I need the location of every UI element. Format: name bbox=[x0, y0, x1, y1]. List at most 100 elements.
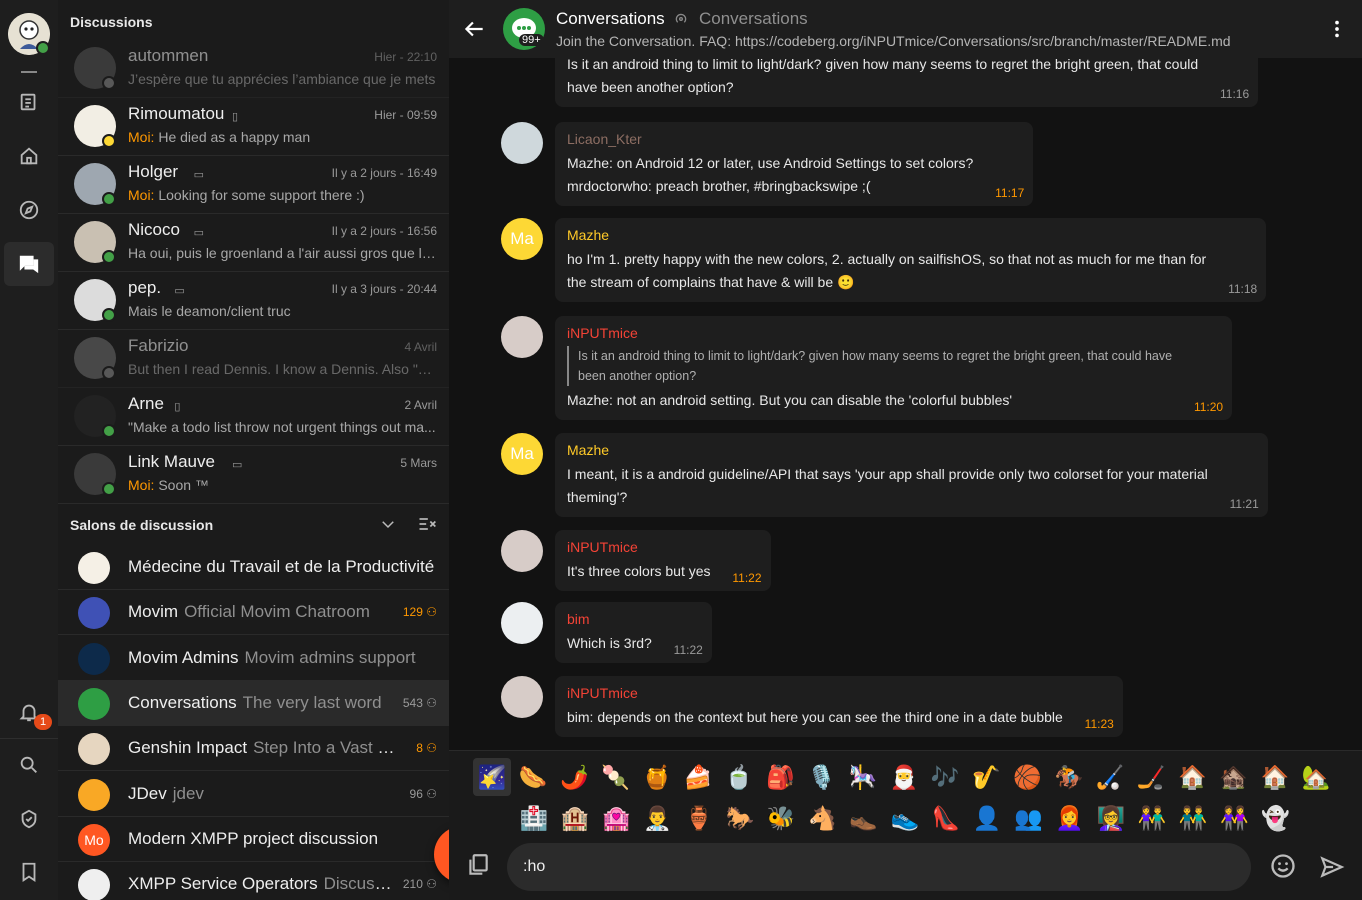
message-text: the stream of complains that have & will… bbox=[567, 274, 855, 290]
contact-timestamp: Il y a 3 jours - 20:44 bbox=[331, 282, 437, 296]
home-icon bbox=[20, 147, 38, 165]
emoji-suggestion[interactable]: 🏡 bbox=[1297, 758, 1335, 796]
contact-name: Arne bbox=[128, 394, 164, 413]
emoji-suggestion[interactable]: 🐎 bbox=[721, 799, 759, 837]
own-message-prefix: Moi: bbox=[128, 477, 155, 493]
contact-timestamp: 5 Mars bbox=[400, 456, 437, 470]
emoji-suggestion[interactable]: 👥 bbox=[1009, 799, 1047, 837]
emoji-suggestion[interactable]: 🏒 bbox=[1132, 758, 1170, 796]
message-input[interactable]: :ho bbox=[507, 843, 1251, 891]
contact-row[interactable]: Link Mauve ▭ 5 Mars Moi: Soon ™ bbox=[58, 446, 449, 504]
privacy-button[interactable] bbox=[4, 797, 54, 841]
chevron-down-icon[interactable] bbox=[379, 515, 397, 533]
room-row[interactable]: JDev jdev 96 ⚇ bbox=[58, 772, 449, 817]
search-button[interactable] bbox=[4, 743, 54, 787]
preview-text: Looking for some support there :) bbox=[158, 187, 365, 203]
message-time: 11:22 bbox=[732, 571, 762, 585]
explore-button[interactable] bbox=[4, 188, 54, 232]
preview-text: He died as a happy man bbox=[158, 129, 311, 145]
emoji-suggestion[interactable]: 👨‍⚕️ bbox=[639, 799, 677, 837]
room-avatar bbox=[78, 687, 110, 720]
emoji-suggestion[interactable]: 🏠 bbox=[1256, 758, 1294, 796]
emoji-suggestion[interactable]: 🏑 bbox=[1091, 758, 1129, 796]
emoji-suggestion[interactable]: 🎅 bbox=[885, 758, 923, 796]
contact-row[interactable]: pep. ▭ Il y a 3 jours - 20:44 Mais le deamo… bbox=[58, 272, 449, 330]
bookmarks-button[interactable] bbox=[4, 850, 54, 894]
emoji-suggestion[interactable]: 👻 bbox=[1257, 799, 1295, 837]
emoji-suggestion[interactable]: 🏥 bbox=[515, 799, 553, 837]
shield-check-icon bbox=[21, 809, 37, 829]
room-label: XMPP Service Operators Discussion bbox=[128, 874, 398, 894]
emoji-suggestion[interactable]: 🌠 bbox=[473, 758, 511, 796]
preview-text: But then I read Dennis. I know a Dennis.… bbox=[128, 361, 438, 377]
message-time: 11:16 bbox=[1219, 87, 1250, 101]
filter-clear-icon[interactable] bbox=[416, 514, 438, 534]
room-row[interactable]: Conversations The very last word 543 ⚇ bbox=[58, 680, 449, 726]
emoji-suggestion[interactable]: 🎒 bbox=[761, 758, 799, 796]
room-row[interactable]: Mo Modern XMPP project discussion bbox=[58, 817, 449, 862]
room-label: Genshin ImpactStep Into a Vast Magical W… bbox=[128, 738, 398, 758]
emoji-suggestion[interactable]: 🍰 bbox=[679, 758, 717, 796]
emoji-suggestion[interactable]: 🏚️ bbox=[1215, 758, 1253, 796]
emoji-suggestion[interactable]: 🏩 bbox=[597, 799, 635, 837]
emoji-picker-icon[interactable] bbox=[1269, 852, 1297, 880]
room-row[interactable]: Movim Official Movim Chatroom 129 ⚇ bbox=[58, 590, 449, 636]
emoji-suggestion[interactable]: 🏺 bbox=[680, 799, 718, 837]
contact-timestamp: Il y a 2 jours - 16:49 bbox=[331, 166, 437, 180]
contact-timestamp: Il y a 2 jours - 16:56 bbox=[331, 224, 437, 238]
contact-row[interactable]: Arne ▯ 2 Avril "Make a todo list throw not … bbox=[58, 388, 449, 446]
emoji-suggestion[interactable]: 👞 bbox=[845, 799, 883, 837]
room-row[interactable]: Genshin ImpactStep Into a Vast Magical W… bbox=[58, 726, 449, 772]
emoji-suggestion[interactable]: 🎶 bbox=[926, 758, 964, 796]
attach-icon[interactable] bbox=[465, 852, 491, 878]
emoji-suggestion[interactable]: 🍯 bbox=[638, 758, 676, 796]
emoji-suggestion[interactable]: 🍵 bbox=[720, 758, 758, 796]
emoji-suggestion[interactable]: 👩‍🦰 bbox=[1051, 799, 1089, 837]
emoji-suggestion[interactable]: 🏨 bbox=[556, 799, 594, 837]
send-icon[interactable] bbox=[1319, 854, 1345, 880]
emoji-suggestion[interactable]: 🏀 bbox=[1009, 758, 1047, 796]
laptop-icon: ▭ bbox=[193, 169, 204, 181]
home-button[interactable] bbox=[4, 134, 54, 178]
contact-row[interactable]: Nicoco ▭ Il y a 2 jours - 16:56 Ha oui, pui… bbox=[58, 214, 449, 272]
more-options-icon[interactable] bbox=[1326, 18, 1348, 40]
emoji-suggestion[interactable]: 🍡 bbox=[597, 758, 635, 796]
contact-row[interactable]: autommen Hier - 22:10 J’espère que tu appr… bbox=[58, 40, 449, 98]
message-time: 11:22 bbox=[673, 643, 703, 657]
app-window: 1 Discussions autommen Hier - 22:10 J’espè… bbox=[0, 0, 1362, 900]
contact-row[interactable]: Rimoumatou ▯ Hier - 09:59 Moi: He died as a… bbox=[58, 98, 449, 156]
chat-panel: 99+ Conversations Conversations Join the… bbox=[449, 0, 1362, 900]
emoji-suggestion[interactable]: 🏇 bbox=[1050, 758, 1088, 796]
emoji-suggestion[interactable]: 👟 bbox=[886, 799, 924, 837]
emoji-suggestion[interactable]: 👫 bbox=[1133, 799, 1171, 837]
emoji-suggestion[interactable]: 🎷 bbox=[967, 758, 1005, 796]
presence-indicator bbox=[102, 192, 116, 206]
laptop-icon: ▭ bbox=[232, 459, 243, 471]
emoji-suggestion[interactable]: 🎠 bbox=[844, 758, 882, 796]
chats-button[interactable] bbox=[4, 242, 54, 286]
back-arrow-icon[interactable] bbox=[461, 16, 487, 42]
preview-text: "Make a todo list throw not urgent thing… bbox=[128, 419, 436, 435]
room-row[interactable]: Médecine du Travail et de la Productivit… bbox=[58, 545, 449, 590]
emoji-suggestion[interactable]: 🎙️ bbox=[803, 758, 841, 796]
room-name: XMPP Service Operators bbox=[128, 874, 318, 894]
emoji-suggestion[interactable]: 👬 bbox=[1174, 799, 1212, 837]
emoji-suggestion[interactable]: 👠 bbox=[927, 799, 965, 837]
emoji-suggestion[interactable]: 🐴 bbox=[803, 799, 841, 837]
message-time: 11:17 bbox=[995, 186, 1025, 200]
emoji-suggestion[interactable]: 🏠 bbox=[1173, 758, 1211, 796]
emoji-suggestion[interactable]: 👭 bbox=[1215, 799, 1253, 837]
emoji-suggestion[interactable]: 👤 bbox=[968, 799, 1006, 837]
news-feed-button[interactable] bbox=[4, 80, 54, 124]
room-row[interactable]: Movim Admins Movim admins support bbox=[58, 636, 449, 681]
emoji-suggestion[interactable]: 🌶️ bbox=[555, 758, 593, 796]
laptop-icon: ▭ bbox=[174, 285, 185, 297]
emoji-suggestion[interactable]: 🐝 bbox=[762, 799, 800, 837]
contact-row[interactable]: Fabrizio 4 Avril But then I read Dennis. I… bbox=[58, 330, 449, 388]
contact-row[interactable]: Holger ▭ Il y a 2 jours - 16:49 Moi: Lookin… bbox=[58, 156, 449, 214]
emoji-suggestion[interactable]: 🌭 bbox=[514, 758, 552, 796]
emoji-suggestion[interactable]: 👩‍🏫 bbox=[1092, 799, 1130, 837]
room-row[interactable]: XMPP Service Operators Discussion 210 ⚇ bbox=[58, 862, 449, 900]
room-description: Discussion bbox=[323, 874, 398, 894]
room-description: Movim admins support bbox=[244, 647, 416, 667]
